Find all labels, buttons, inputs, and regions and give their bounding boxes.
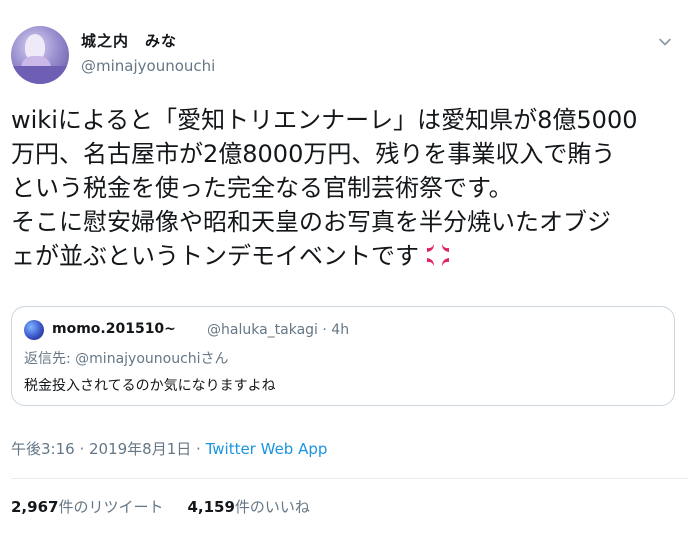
chevron-down-icon[interactable] bbox=[657, 34, 673, 50]
display-name[interactable]: 城之内 みな bbox=[81, 30, 177, 51]
tweet-time[interactable]: 午後3:16 bbox=[11, 440, 75, 458]
tweet-text: wikiによると「愛知トリエンナーレ」は愛知県が8億5000 万円、名古屋市が2… bbox=[11, 103, 691, 273]
anger-symbol-icon bbox=[427, 244, 449, 266]
tweet-date[interactable]: 2019年8月1日 bbox=[89, 440, 191, 458]
divider bbox=[11, 478, 688, 479]
avatar[interactable] bbox=[11, 26, 69, 84]
reply-prefix: 返信先: bbox=[24, 351, 76, 367]
tweet-stats: 2,967件のリツイート 4,159件のいいね bbox=[11, 496, 310, 517]
like-stat[interactable]: 4,159件のいいね bbox=[187, 498, 309, 516]
tweet-text-content: wikiによると「愛知トリエンナーレ」は愛知県が8億5000 万円、名古屋市が2… bbox=[11, 106, 638, 270]
quoted-text: 税金投入されてるのか気になりますよね bbox=[24, 378, 276, 394]
retweet-count: 2,967 bbox=[11, 498, 59, 516]
quoted-handle-time: @haluka_takagi · 4h bbox=[207, 322, 350, 338]
retweet-stat[interactable]: 2,967件のリツイート bbox=[11, 498, 163, 516]
like-label: 件のいいね bbox=[234, 498, 310, 516]
reply-to-line: 返信先: @minajyounouchiさん bbox=[24, 348, 229, 368]
tweet: 城之内 みな @minajyounouchi wikiによると「愛知トリエンナー… bbox=[0, 0, 697, 538]
meta-separator: · bbox=[191, 440, 206, 458]
tweet-source[interactable]: Twitter Web App bbox=[206, 440, 328, 458]
tweet-meta: 午後3:16 · 2019年8月1日 · Twitter Web App bbox=[11, 438, 327, 459]
like-count: 4,159 bbox=[187, 498, 235, 516]
reply-suffix: さん bbox=[200, 351, 229, 367]
quoted-display-name: momo.201510~ bbox=[52, 321, 176, 337]
avatar-flowers bbox=[11, 66, 69, 84]
user-handle[interactable]: @minajyounouchi bbox=[81, 57, 215, 75]
meta-separator: · bbox=[74, 440, 89, 458]
reply-mention[interactable]: @minajyounouchi bbox=[75, 351, 200, 367]
retweet-label: 件のリツイート bbox=[58, 498, 164, 516]
quoted-avatar[interactable] bbox=[24, 320, 44, 340]
quoted-tweet[interactable]: momo.201510~ @haluka_takagi · 4h 返信先: @m… bbox=[11, 306, 675, 406]
